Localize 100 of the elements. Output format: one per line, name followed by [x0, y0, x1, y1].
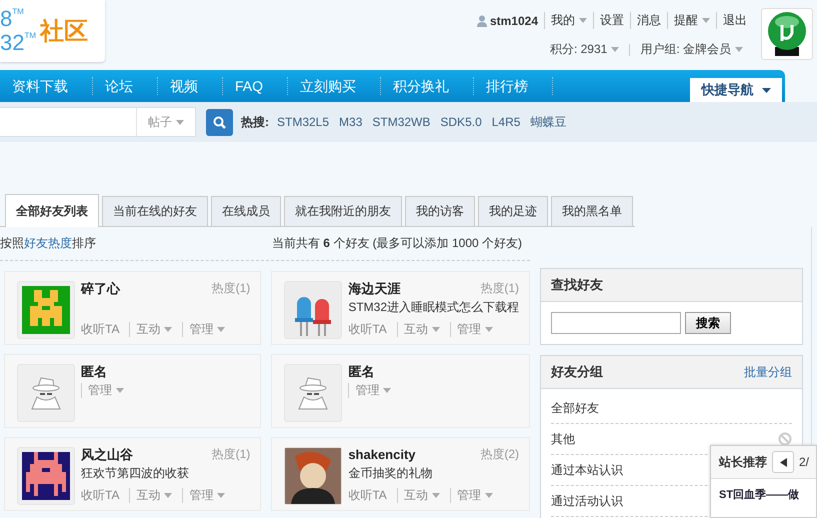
caret-icon: [484, 327, 493, 332]
caret-icon: [164, 327, 172, 332]
nav-link[interactable]: 视频: [158, 77, 223, 95]
caret-icon: [611, 47, 620, 52]
action-dropdown[interactable]: 互动: [396, 488, 450, 503]
caret-icon: [217, 493, 226, 498]
user-avatar[interactable]: [761, 8, 813, 60]
action-dropdown[interactable]: 互动: [396, 322, 450, 337]
action-dropdown[interactable]: 管理: [450, 322, 503, 337]
status-text: 狂欢节第四波的收获: [81, 466, 189, 480]
hot-search-label: 热搜:: [241, 114, 269, 130]
search-button[interactable]: [206, 108, 233, 136]
follow-link[interactable]: 收听TA: [81, 322, 130, 337]
nav-link[interactable]: FAQ: [223, 77, 288, 95]
action-dropdown[interactable]: 互动: [129, 322, 182, 337]
caret-icon: [432, 327, 440, 332]
follow-link[interactable]: 收听TA: [348, 322, 397, 337]
nav-link[interactable]: 资料下载: [0, 77, 93, 95]
caret-icon: [217, 327, 226, 332]
heat-label: 热度(1): [480, 281, 519, 296]
group-item[interactable]: 通过活动认识: [551, 492, 623, 510]
panel-title: 好友分组: [551, 363, 603, 381]
follow-link[interactable]: 收听TA: [81, 488, 130, 503]
caret-icon: [432, 493, 440, 498]
friend-name[interactable]: 海边天涯: [348, 281, 400, 296]
tab[interactable]: 我的黑名单: [551, 196, 633, 226]
friend-name[interactable]: 匿名: [81, 364, 107, 379]
search-icon: [213, 116, 226, 128]
friend-name[interactable]: shakencity: [348, 447, 416, 462]
tab[interactable]: 当前在线的好友: [102, 196, 208, 226]
tab[interactable]: 全部好友列表: [5, 194, 99, 227]
action-dropdown[interactable]: 管理: [348, 383, 402, 398]
tab[interactable]: 在线成员: [211, 196, 281, 226]
left-arrow-icon: [780, 458, 786, 466]
heat-label: 热度(2): [480, 447, 519, 462]
friend-name[interactable]: 碎了心: [81, 281, 120, 296]
tab[interactable]: 我的访客: [405, 196, 475, 226]
logo-text: 社区: [40, 17, 88, 47]
search-button[interactable]: 搜索: [685, 312, 731, 334]
user-menu-link[interactable]: 消息: [630, 12, 667, 29]
username-link[interactable]: stm1024: [470, 14, 544, 28]
page-indicator: 2/: [799, 455, 810, 469]
previous-button[interactable]: [772, 451, 794, 473]
sort-link[interactable]: 好友热度: [24, 236, 72, 250]
hot-search-link[interactable]: L4R5: [492, 115, 520, 129]
popup-title: 站长推荐: [719, 454, 767, 470]
group-item[interactable]: 全部好友: [551, 400, 599, 416]
hot-search-link[interactable]: M33: [339, 115, 362, 129]
action-dropdown[interactable]: 互动: [129, 488, 182, 503]
follow-link[interactable]: 收听TA: [348, 488, 397, 503]
tab[interactable]: 我的足迹: [478, 196, 548, 226]
logo-text: 32$^{TM}$: [0, 31, 36, 55]
nav-link[interactable]: 排行榜: [474, 77, 554, 95]
friend-search-field[interactable]: [551, 312, 681, 334]
nav-link[interactable]: 积分换礼: [381, 77, 474, 95]
user-menu-link[interactable]: 提醒: [667, 12, 716, 29]
batch-group-link[interactable]: 批量分组: [744, 364, 792, 380]
hot-search-link[interactable]: STM32L5: [277, 115, 330, 129]
user-group-dropdown[interactable]: 用户组: 金牌会员: [630, 41, 753, 58]
status-text: 金币抽奖的礼物: [348, 466, 432, 480]
caret-icon: [164, 493, 172, 498]
user-menu-link[interactable]: 我的: [544, 12, 593, 29]
avatar-silhouette: [285, 448, 342, 504]
logo-text: 8$^{TM}$: [0, 7, 24, 31]
friend-name[interactable]: 匿名: [348, 364, 374, 379]
caret-icon: [116, 388, 124, 394]
status-text: STM32进入睡眠模式怎么下载程: [348, 300, 519, 314]
caret-icon: [579, 18, 587, 24]
hot-search-link[interactable]: 蝴蝶豆: [530, 114, 566, 130]
user-icon: [476, 14, 487, 26]
caret-icon: [762, 88, 770, 92]
pixel-avatar: [22, 452, 70, 500]
group-item[interactable]: 其他: [551, 430, 575, 448]
nav-link[interactable]: 立刻购买: [288, 77, 382, 95]
friend-count: 当前共有 6 个好友 (最多可以添加 1000 个好友): [272, 235, 522, 252]
caret-icon: [383, 388, 392, 394]
user-menu-link[interactable]: 设置: [593, 12, 630, 29]
hot-search-link[interactable]: SDK5.0: [440, 115, 482, 129]
caret-icon: [702, 18, 710, 24]
pixel-avatar: [22, 286, 70, 334]
panel-title: 查找好友: [551, 276, 603, 294]
quick-nav-button[interactable]: 快捷导航: [690, 78, 782, 102]
tab[interactable]: 就在我附近的朋友: [284, 196, 402, 226]
sort-label: 按照好友热度排序: [0, 235, 96, 252]
friend-name[interactable]: 风之山谷: [81, 447, 133, 462]
action-dropdown[interactable]: 管理: [182, 322, 236, 337]
user-menu-link[interactable]: 退出: [716, 12, 753, 29]
heat-label: 热度(1): [212, 447, 250, 462]
action-dropdown[interactable]: 管理: [450, 488, 503, 503]
heat-label: 热度(1): [212, 281, 250, 296]
recommend-link[interactable]: ST回血季——做: [719, 489, 800, 501]
caret-icon: [484, 493, 493, 498]
caret-icon: [735, 47, 743, 52]
nav-link[interactable]: 论坛: [93, 77, 158, 95]
points-dropdown[interactable]: 积分: 2931: [540, 41, 630, 58]
hot-search-link[interactable]: STM32WB: [372, 115, 430, 129]
caret-icon: [176, 120, 184, 124]
action-dropdown[interactable]: 管理: [182, 488, 236, 503]
action-dropdown[interactable]: 管理: [81, 383, 134, 398]
group-item[interactable]: 通过本站认识: [551, 462, 623, 478]
